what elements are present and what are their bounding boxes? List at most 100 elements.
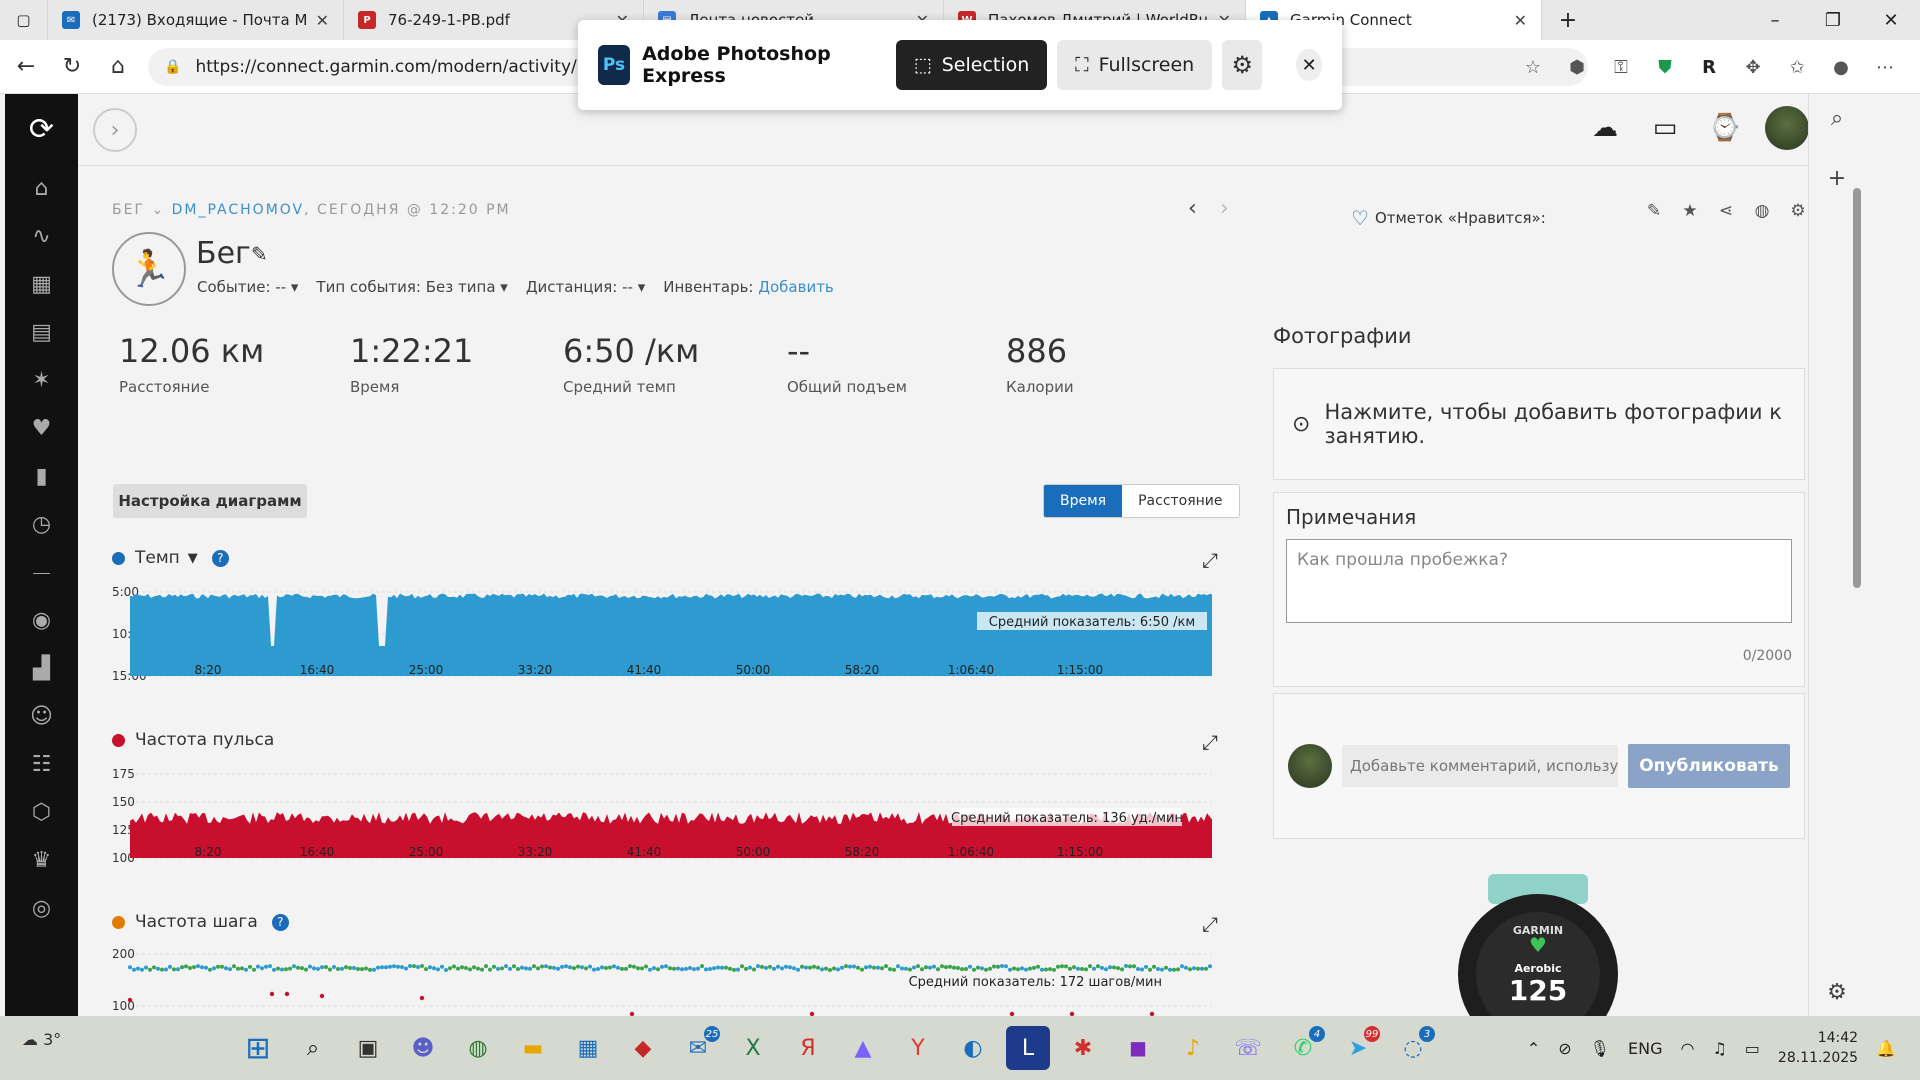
favorite-star-icon[interactable]: ☆ bbox=[1518, 52, 1548, 82]
close-window-icon[interactable]: ✕ bbox=[1862, 0, 1920, 40]
top-app-icon[interactable]: ◼ bbox=[1116, 1026, 1160, 1070]
microphone-icon[interactable]: 🎙 bbox=[1590, 1039, 1610, 1058]
news-feed-icon[interactable]: ▤ bbox=[5, 308, 78, 356]
m365-icon[interactable]: ◆ bbox=[621, 1026, 665, 1070]
teams-icon[interactable]: ☻ bbox=[401, 1026, 445, 1070]
minimize-icon[interactable]: – bbox=[1746, 0, 1804, 40]
chart-settings-button[interactable]: Настройка диаграмм bbox=[113, 484, 307, 518]
task-view-icon[interactable]: ▣ bbox=[346, 1026, 390, 1070]
volume-icon[interactable]: ♫ bbox=[1712, 1039, 1726, 1058]
notes-textarea[interactable]: Как прошла пробежка? bbox=[1286, 539, 1792, 623]
event-select[interactable]: Событие: -- ▾ bbox=[197, 278, 298, 296]
restore-icon[interactable]: ❐ bbox=[1804, 0, 1862, 40]
cadence-chart[interactable]: 200100Средний показатель: 172 шагов/мин bbox=[112, 944, 1212, 1016]
app-red-icon[interactable]: ✱ bbox=[1061, 1026, 1105, 1070]
inventory-add-link[interactable]: Добавить bbox=[758, 278, 834, 296]
pencil-icon[interactable]: ✎ bbox=[251, 242, 268, 266]
share-icon[interactable]: ⋖ bbox=[1715, 200, 1737, 222]
close-icon[interactable]: ✕ bbox=[1514, 11, 1527, 30]
publish-button[interactable]: Опубликовать bbox=[1628, 744, 1790, 788]
garmin-logo-icon[interactable]: ⟳ bbox=[5, 94, 78, 164]
badges-icon[interactable]: ⬡ bbox=[5, 788, 78, 836]
extensions-puzzle-icon[interactable]: ✥ bbox=[1738, 52, 1768, 82]
devices-icon[interactable]: ◎ bbox=[5, 884, 78, 932]
stopwatch-icon[interactable]: ◷ bbox=[5, 500, 78, 548]
event-type-select[interactable]: Тип события: Без типа ▾ bbox=[316, 278, 507, 296]
search-icon[interactable]: ⌕ bbox=[1809, 98, 1865, 138]
expand-icon[interactable]: ⤢ bbox=[1202, 548, 1218, 572]
close-icon[interactable]: ✕ bbox=[316, 11, 329, 30]
globe-icon[interactable]: ◍ bbox=[1751, 200, 1773, 222]
pace-chart-title[interactable]: Темп ▼ ? bbox=[112, 548, 229, 568]
music-icon[interactable]: ♪ bbox=[1171, 1026, 1215, 1070]
groups-icon[interactable]: ☷ bbox=[5, 740, 78, 788]
likes[interactable]: ♡ Отметок «Нравится»: bbox=[1351, 206, 1546, 230]
distance-toggle[interactable]: Расстояние bbox=[1122, 485, 1239, 517]
browser-tab-mail[interactable]: ✉ (2173) Входящие - Почта Mail ✕ bbox=[48, 0, 344, 40]
chevron-down-icon[interactable]: ▼ bbox=[188, 551, 198, 566]
edge-icon[interactable]: ◐ bbox=[951, 1026, 995, 1070]
back-icon[interactable]: ← bbox=[6, 47, 46, 87]
wifi-icon[interactable]: ◠ bbox=[1680, 1039, 1694, 1058]
insights-bulb-icon[interactable]: ◉ bbox=[5, 596, 78, 644]
health-heart-icon[interactable]: ♥ bbox=[5, 404, 78, 452]
breadcrumb-type[interactable]: БЕГ bbox=[112, 202, 145, 218]
new-tab-button[interactable]: + bbox=[1542, 0, 1594, 40]
activity-title[interactable]: Бег bbox=[196, 236, 251, 271]
calendar-icon[interactable]: ▦ bbox=[5, 260, 78, 308]
extension-hex-icon[interactable]: ⬢ bbox=[1562, 52, 1592, 82]
gear-shoe-icon[interactable]: ⏤ bbox=[5, 548, 78, 596]
expand-sidebar-button[interactable]: › bbox=[93, 108, 137, 152]
device-watch-icon[interactable]: ⌚ bbox=[1705, 106, 1745, 150]
previous-activity-icon[interactable]: ‹ bbox=[1188, 196, 1197, 221]
maps-icon[interactable]: ◍ bbox=[456, 1026, 500, 1070]
comment-input[interactable]: Добавьте комментарий, используя @ bbox=[1342, 745, 1618, 787]
extension-shield-icon[interactable]: ⛊ bbox=[1650, 52, 1680, 82]
clock[interactable]: 14:42 28.11.2025 bbox=[1778, 1028, 1858, 1068]
inbox-icon[interactable]: ▭ bbox=[1645, 106, 1685, 150]
gear-icon[interactable]: ⚙ bbox=[1222, 40, 1263, 90]
messenger-icon[interactable]: ◌ 3 bbox=[1391, 1026, 1435, 1070]
training-icon[interactable]: ✶ bbox=[5, 356, 78, 404]
next-activity-icon[interactable]: › bbox=[1220, 196, 1229, 221]
gear-icon[interactable]: ⚙ bbox=[1787, 200, 1809, 222]
network-off-icon[interactable]: ⊘ bbox=[1558, 1039, 1571, 1058]
excel-icon[interactable]: X bbox=[731, 1026, 775, 1070]
reports-icon[interactable]: ▟ bbox=[5, 644, 78, 692]
expand-icon[interactable]: ⤢ bbox=[1202, 730, 1218, 754]
page-scrollbar[interactable] bbox=[1850, 164, 1864, 1016]
avatar[interactable] bbox=[1765, 106, 1809, 150]
upload-cloud-icon[interactable]: ☁ bbox=[1585, 106, 1625, 150]
notifications-bell-icon[interactable]: 🔔 bbox=[1876, 1039, 1896, 1058]
l-app-icon[interactable]: L bbox=[1006, 1026, 1050, 1070]
store-icon[interactable]: ▦ bbox=[566, 1026, 610, 1070]
whatsapp-icon[interactable]: ✆ 4 bbox=[1281, 1026, 1325, 1070]
pencil-icon[interactable]: ✎ bbox=[1643, 200, 1665, 222]
star-icon[interactable]: ★ bbox=[1679, 200, 1701, 222]
telegram-icon[interactable]: ➤ 99 bbox=[1336, 1026, 1380, 1070]
heart-outline-icon[interactable]: ♡ bbox=[1351, 206, 1369, 230]
challenges-trophy-icon[interactable]: ♛ bbox=[5, 836, 78, 884]
selection-button[interactable]: ⬚ Selection bbox=[895, 40, 1048, 90]
add-photos-button[interactable]: ⊙ Нажмите, чтобы добавить фотографии к з… bbox=[1273, 368, 1805, 480]
scrollbar-thumb[interactable] bbox=[1853, 188, 1861, 588]
connections-icon[interactable]: ☺ bbox=[5, 692, 78, 740]
distance-select[interactable]: Дистанция: -- ▾ bbox=[526, 278, 645, 296]
search-icon[interactable]: ⌕ bbox=[291, 1026, 335, 1070]
profile-icon[interactable]: ● bbox=[1826, 52, 1856, 82]
heart-rate-chart[interactable]: 175150125100 8:20 16:40 25:00 33:20 41:40 50:0… bbox=[112, 762, 1212, 872]
activities-icon[interactable]: ∿ bbox=[5, 212, 78, 260]
expand-icon[interactable]: ⤢ bbox=[1202, 912, 1218, 936]
reload-icon[interactable]: ↻ bbox=[52, 47, 92, 87]
home-icon[interactable]: ⌂ bbox=[98, 47, 138, 87]
breadcrumb-user-link[interactable]: DM_PACHOMOV bbox=[172, 202, 305, 218]
weather-widget[interactable]: ☁ 3° bbox=[22, 1030, 61, 1049]
time-toggle[interactable]: Время bbox=[1044, 485, 1123, 517]
help-icon[interactable]: ? bbox=[211, 549, 229, 567]
help-icon[interactable]: ? bbox=[271, 913, 289, 931]
chevron-up-icon[interactable]: ⌃ bbox=[1527, 1039, 1540, 1058]
tab-actions-button[interactable]: ▢ bbox=[0, 0, 48, 40]
battery-icon[interactable]: ▭ bbox=[1745, 1039, 1760, 1058]
favorites-icon[interactable]: ✩ bbox=[1782, 52, 1812, 82]
viber-icon[interactable]: ☏ bbox=[1226, 1026, 1270, 1070]
